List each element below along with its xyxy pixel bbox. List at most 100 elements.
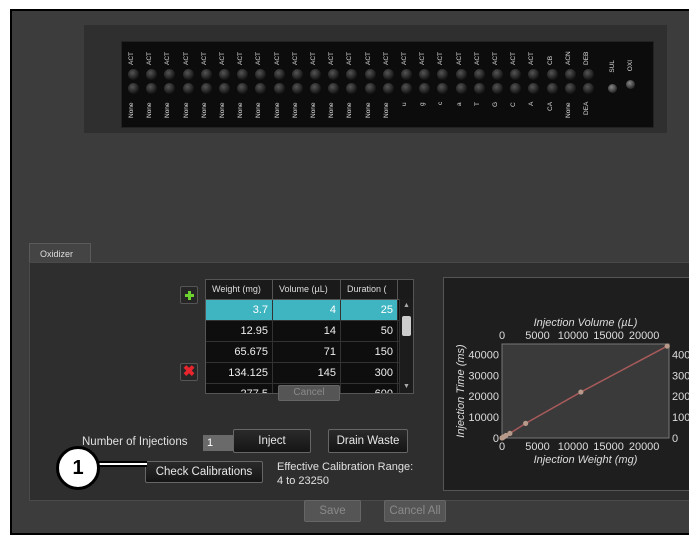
port-valve-a[interactable]: [291, 69, 303, 80]
port-valve-a[interactable]: [401, 69, 412, 80]
port-valve-b[interactable]: [382, 83, 394, 94]
port-valve-a[interactable]: [382, 69, 394, 80]
port-valve-a[interactable]: [364, 69, 376, 80]
table-cell[interactable]: 600: [341, 384, 398, 393]
port-valve-b[interactable]: [182, 83, 194, 94]
table-scrollbar[interactable]: ▲ ▼: [399, 299, 413, 393]
port-valve-b[interactable]: [273, 83, 285, 94]
port-valve-b[interactable]: [310, 83, 321, 94]
column-header-volume[interactable]: Volume (µL): [273, 280, 341, 299]
port-valve-a[interactable]: [546, 69, 558, 80]
port-label-bottom: None: [182, 102, 190, 118]
port-valve-b[interactable]: [564, 83, 576, 94]
port-valve-a[interactable]: [437, 69, 449, 80]
callout-line: [98, 461, 147, 467]
port-valve-b[interactable]: [473, 83, 485, 94]
port-valve-a[interactable]: [528, 69, 540, 80]
port-valve-b[interactable]: [291, 83, 303, 94]
port-valve-a[interactable]: [492, 69, 503, 80]
table-cell[interactable]: 145: [273, 363, 341, 383]
port-valve-a[interactable]: [419, 69, 431, 80]
table-cell[interactable]: 12.95: [206, 321, 273, 341]
scroll-up-icon[interactable]: ▲: [403, 302, 410, 309]
table-cell[interactable]: 277.5: [206, 384, 273, 393]
port-valve-a[interactable]: [146, 69, 158, 80]
port-column: ACT C: [508, 42, 524, 127]
table-row[interactable]: 65.675 71 150: [206, 342, 413, 363]
port-valve-a[interactable]: [164, 69, 176, 80]
table-row[interactable]: 3.7 4 25: [206, 300, 413, 321]
save-button[interactable]: Save: [304, 500, 361, 522]
port-valve-a[interactable]: [346, 69, 358, 80]
port-valve-b[interactable]: [528, 83, 540, 94]
port-valve-a[interactable]: [237, 69, 249, 80]
table-row[interactable]: 134.125 145 300: [206, 363, 413, 384]
cancel-button[interactable]: Cancel: [278, 385, 340, 401]
check-calibrations-button[interactable]: Check Calibrations: [145, 461, 263, 483]
table-cell[interactable]: 4: [273, 300, 341, 320]
y-tick-label: 0: [493, 433, 499, 445]
port-valve-a[interactable]: [128, 69, 139, 80]
port-valve-b[interactable]: [583, 83, 594, 94]
column-header-duration[interactable]: Duration (: [341, 280, 398, 299]
port-valve-a[interactable]: [328, 69, 340, 80]
port-valve-b[interactable]: [237, 83, 249, 94]
cancel-all-button[interactable]: Cancel All: [384, 500, 446, 522]
port-valve-a[interactable]: [564, 69, 576, 80]
x2-tick-label: 20000: [629, 330, 660, 342]
port-valve-b[interactable]: [419, 83, 431, 94]
port-valve-b[interactable]: [492, 83, 503, 94]
port-valve-b[interactable]: [164, 83, 176, 94]
port-valve-b[interactable]: [401, 83, 412, 94]
scroll-down-icon[interactable]: ▼: [403, 383, 410, 390]
drain-waste-button[interactable]: Drain Waste: [328, 429, 408, 453]
table-cell[interactable]: 50: [341, 321, 398, 341]
port-valve-a[interactable]: [510, 69, 522, 80]
port-valve-b[interactable]: [346, 83, 358, 94]
table-row[interactable]: 12.95 14 50: [206, 321, 413, 342]
valve-oxi[interactable]: [626, 80, 635, 89]
port-valve-a[interactable]: [182, 69, 194, 80]
table-cell[interactable]: 14: [273, 321, 341, 341]
y-tick-label: 20000: [468, 391, 499, 403]
tab-oxidizer[interactable]: Oxidizer: [29, 243, 91, 263]
delete-row-button[interactable]: ✖: [180, 363, 198, 381]
table-cell[interactable]: 300: [341, 363, 398, 383]
port-valve-a[interactable]: [219, 69, 230, 80]
table-cell[interactable]: 3.7: [206, 300, 273, 320]
inject-button[interactable]: Inject: [233, 429, 311, 453]
port-valve-b[interactable]: [328, 83, 340, 94]
port-valve-a[interactable]: [200, 69, 212, 80]
port-column: ACT None: [126, 42, 142, 127]
table-cell[interactable]: 134.125: [206, 363, 273, 383]
table-cell[interactable]: 65.675: [206, 342, 273, 362]
port-valve-b[interactable]: [546, 83, 558, 94]
port-valve-b[interactable]: [219, 83, 230, 94]
table-cell[interactable]: 25: [341, 300, 398, 320]
port-valve-b[interactable]: [200, 83, 212, 94]
port-label-bottom: u: [401, 102, 408, 106]
num-injections-input[interactable]: 1: [203, 435, 236, 451]
table-cell[interactable]: 150: [341, 342, 398, 362]
port-valve-b[interactable]: [146, 83, 158, 94]
port-label-top: ACT: [273, 52, 281, 65]
scroll-thumb[interactable]: [402, 316, 411, 336]
port-valve-b[interactable]: [255, 83, 267, 94]
column-header-weight[interactable]: Weight (mg): [206, 280, 273, 299]
port-label-bottom: None: [346, 102, 354, 118]
add-row-button[interactable]: [180, 286, 198, 304]
port-valve-b[interactable]: [455, 83, 467, 94]
port-valve-b[interactable]: [437, 83, 449, 94]
port-valve-b[interactable]: [510, 83, 522, 94]
port-valve-a[interactable]: [273, 69, 285, 80]
calibration-table[interactable]: Weight (mg) Volume (µL) Duration ( 3.7 4 2…: [205, 279, 414, 394]
port-valve-a[interactable]: [310, 69, 321, 80]
table-cell[interactable]: 71: [273, 342, 341, 362]
port-valve-a[interactable]: [583, 69, 594, 80]
port-valve-a[interactable]: [255, 69, 267, 80]
port-valve-a[interactable]: [455, 69, 467, 80]
port-valve-b[interactable]: [364, 83, 376, 94]
port-valve-a[interactable]: [473, 69, 485, 80]
port-valve-b[interactable]: [128, 83, 139, 94]
valve-sul[interactable]: [608, 84, 617, 93]
